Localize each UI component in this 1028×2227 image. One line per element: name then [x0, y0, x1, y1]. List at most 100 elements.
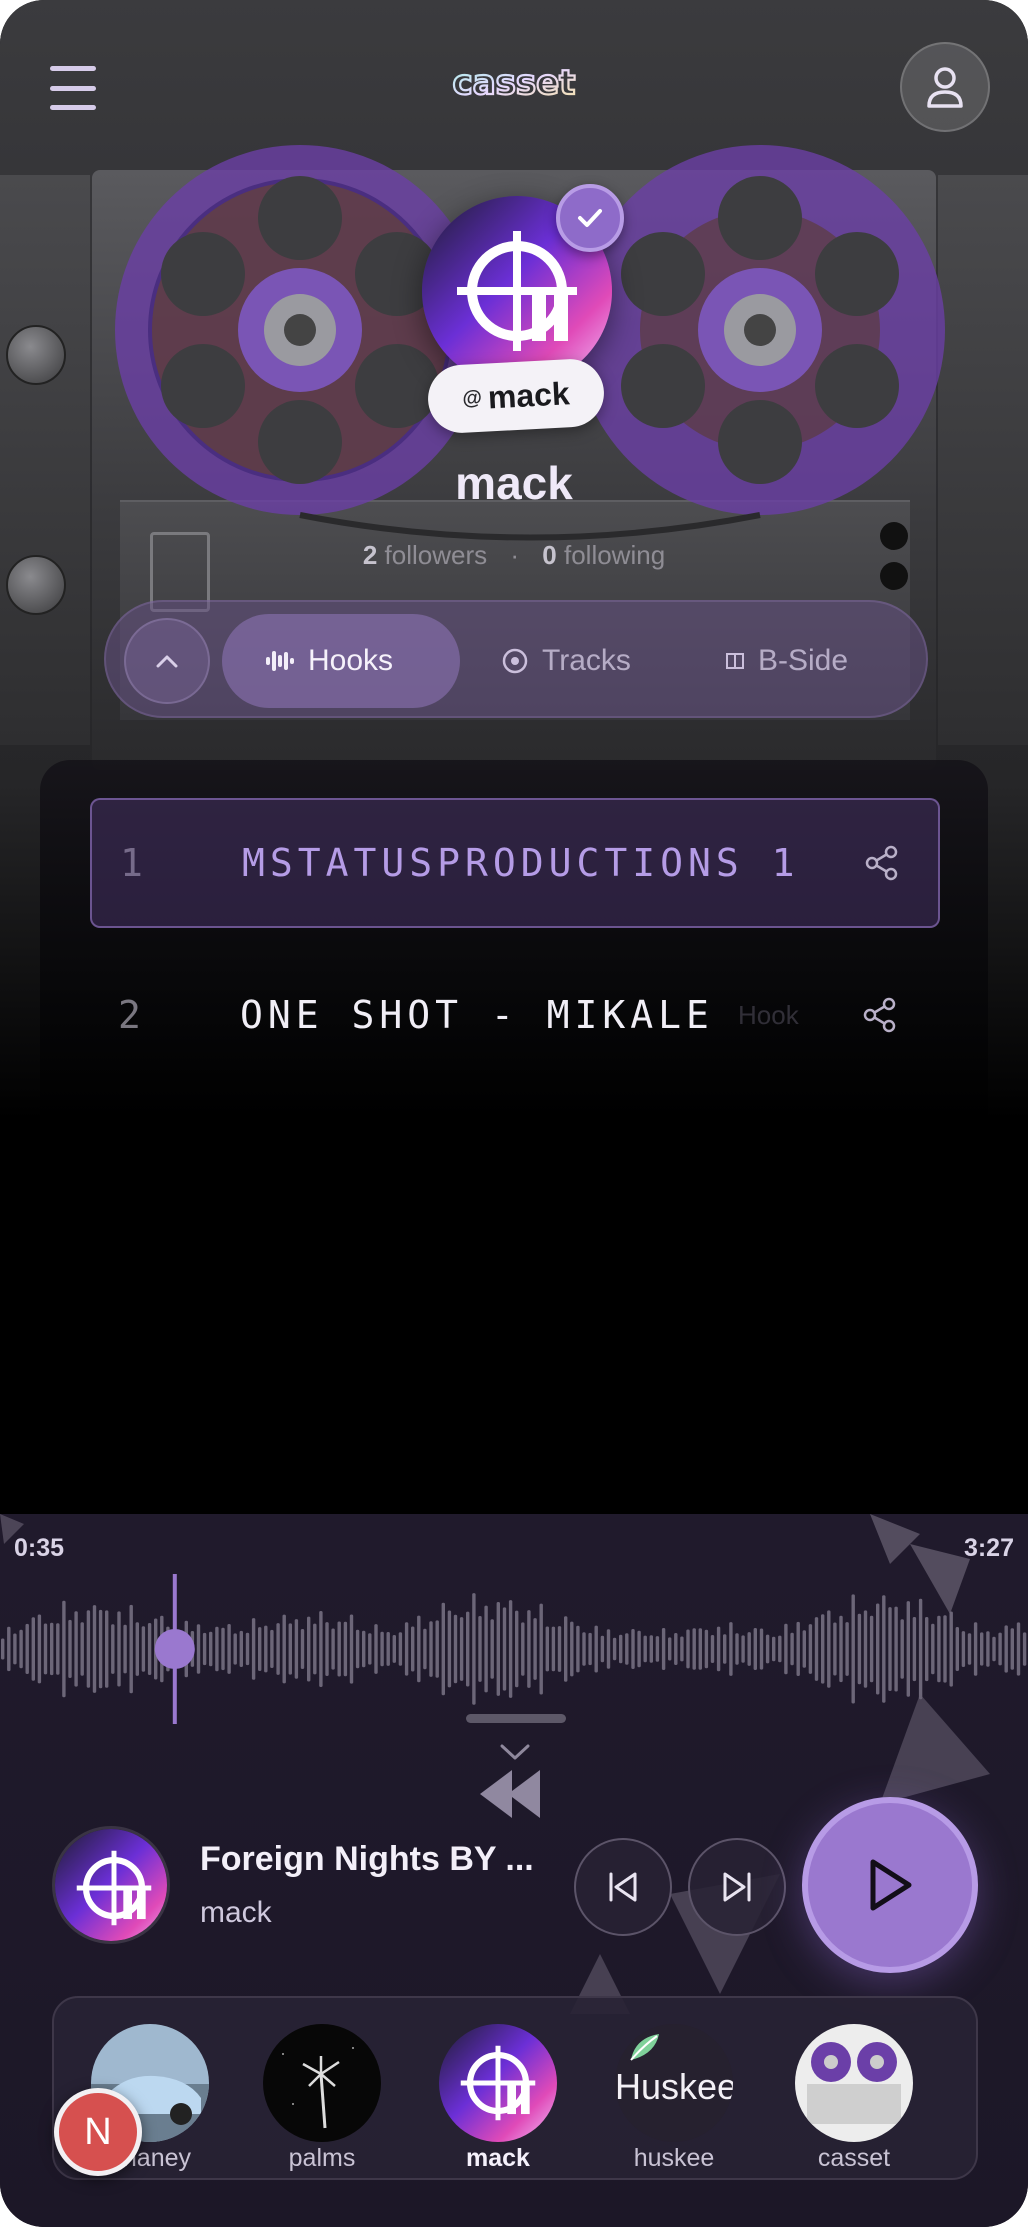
waveform-bar: [98, 1609, 103, 1689]
waveform-bar: [564, 1616, 568, 1682]
now-playing-artist[interactable]: mack: [200, 1896, 272, 1930]
waveform-bar: [129, 1604, 133, 1694]
collapse-button[interactable]: [124, 618, 210, 704]
waveform-bar: [772, 1636, 776, 1662]
skip-next-icon: [723, 1872, 751, 1902]
handle-text: mack: [486, 374, 571, 415]
handle-pill: @ mack: [426, 357, 606, 435]
waveform-bar: [490, 1619, 494, 1679]
waveform-bar: [973, 1622, 978, 1676]
previous-button[interactable]: [574, 1838, 672, 1936]
waveform-bar: [429, 1621, 433, 1677]
tab-bside-label: B-Side: [758, 644, 849, 677]
waveform-bar: [888, 1607, 892, 1691]
waveform-bar: [625, 1633, 629, 1665]
now-playing-artwork[interactable]: [52, 1826, 170, 1944]
waveform-bar: [355, 1629, 360, 1669]
waveform-bar: [668, 1637, 672, 1661]
dock-item-casset[interactable]: casset: [794, 2024, 914, 2173]
waveform-bar: [417, 1615, 421, 1683]
dock-item-palms[interactable]: palms: [262, 2024, 382, 2173]
playhead-knob[interactable]: [154, 1629, 195, 1669]
waveform-bar: [1, 1638, 5, 1660]
waveform-bar: [808, 1624, 813, 1674]
waveform-bar: [998, 1632, 1002, 1666]
share-icon[interactable]: [862, 843, 902, 883]
play-button[interactable]: [802, 1797, 978, 1973]
waveform-bar: [68, 1619, 72, 1678]
waveform-bar: [362, 1630, 366, 1668]
waveform-bar: [1016, 1622, 1021, 1676]
drawer-handle[interactable]: [466, 1714, 566, 1723]
waveform-bar: [380, 1631, 384, 1667]
waveform-bar: [784, 1623, 788, 1675]
list-item[interactable]: 2 ONE SHOT - MIKALE Hook: [90, 950, 940, 1080]
waveform-bar: [25, 1623, 29, 1674]
waveform-bar: [227, 1624, 231, 1674]
waveform-bar: [19, 1629, 23, 1669]
waveform-bar: [135, 1622, 139, 1676]
waveform-bar: [827, 1610, 831, 1688]
menu-button[interactable]: [38, 58, 108, 118]
leaf-icon: [630, 2034, 659, 2061]
notification-badge[interactable]: N: [54, 2088, 142, 2176]
dock-item-huskee[interactable]: Huskee huskee: [614, 2024, 734, 2173]
waveform-icon: [266, 651, 294, 671]
account-button[interactable]: [900, 42, 990, 132]
waveform-bar: [961, 1631, 966, 1667]
waveform-bar: [343, 1621, 348, 1677]
waveform-bar: [441, 1602, 445, 1696]
at-icon: @: [461, 386, 483, 410]
tab-bside[interactable]: B-Side: [726, 614, 916, 708]
share-icon[interactable]: [860, 995, 900, 1035]
waveform-bar: [86, 1610, 91, 1688]
list-item-tag: Hook: [738, 999, 799, 1030]
waveform-bar: [600, 1635, 605, 1663]
followers-link[interactable]: 2 followers: [363, 540, 487, 570]
waveform-bar: [196, 1624, 201, 1674]
follow-stats: 2 followers · 0 following: [0, 540, 1028, 571]
avatar-art: [55, 1829, 167, 1941]
tab-tracks[interactable]: Tracks: [502, 614, 702, 708]
waveform-bar: [404, 1622, 409, 1676]
cassette-icon: [726, 653, 744, 669]
profile-name: mack: [455, 457, 573, 509]
following-link[interactable]: 0 following: [542, 540, 665, 570]
waveform-bar: [747, 1632, 751, 1666]
waveform-bar: [435, 1620, 439, 1678]
chevron-down-icon[interactable]: [498, 1742, 532, 1762]
list-item[interactable]: 1 MSTATUSPRODUCTIONS 12: [90, 798, 940, 928]
waveform-bar: [778, 1635, 782, 1663]
waveform-bar: [215, 1626, 219, 1672]
waveform-bar: [741, 1635, 745, 1663]
waveform-bar: [967, 1633, 972, 1665]
waveform-bar: [453, 1614, 458, 1684]
waveform-bar: [631, 1629, 635, 1669]
play-icon: [870, 1859, 912, 1911]
dock-item-mack[interactable]: mack: [438, 2024, 558, 2173]
waveform-bar: [612, 1637, 617, 1661]
waveform-bar: [478, 1616, 482, 1682]
waveform-bar: [502, 1607, 507, 1691]
dock-thumb: [263, 2024, 381, 2142]
waveform-bar: [906, 1601, 910, 1697]
waveform-bar: [398, 1632, 403, 1666]
waveform-bar: [319, 1611, 323, 1687]
elapsed-time: 0:35: [14, 1534, 65, 1562]
chevron-up-icon: [156, 655, 178, 668]
waveform-bar: [245, 1632, 250, 1666]
tab-hooks[interactable]: Hooks: [222, 614, 460, 708]
waveform-bar: [674, 1633, 678, 1665]
next-button[interactable]: [688, 1838, 786, 1936]
now-playing-title[interactable]: Foreign Nights BY ...: [200, 1840, 534, 1879]
waveform-bar: [508, 1600, 513, 1698]
waveform-bar: [368, 1633, 372, 1665]
skip-previous-icon: [609, 1872, 637, 1902]
waveform-bar: [294, 1619, 299, 1679]
waveform-bar: [111, 1624, 115, 1674]
waveform-bar: [980, 1632, 984, 1666]
waveform-bar: [863, 1610, 868, 1688]
waveform-bar: [202, 1632, 207, 1666]
dock-thumb: Huskee: [615, 2024, 733, 2142]
casset-logo: casset: [451, 62, 576, 104]
